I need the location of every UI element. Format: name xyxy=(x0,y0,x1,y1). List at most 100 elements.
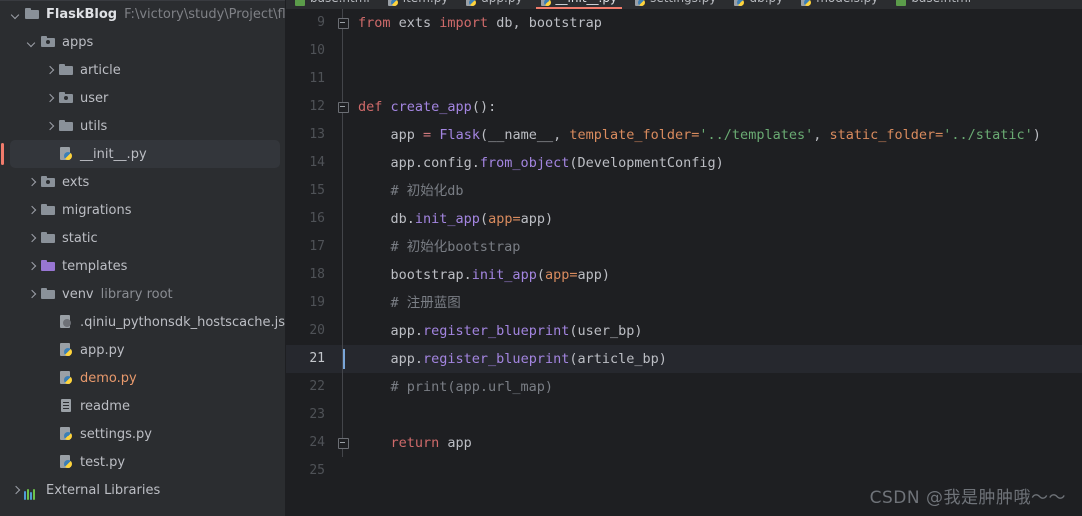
code-line[interactable]: 9 from exts import db, bootstrap xyxy=(286,9,1082,37)
tree-item-article[interactable]: article xyxy=(0,56,286,84)
code-line[interactable]: 23 xyxy=(286,401,1082,429)
fold-gutter[interactable] xyxy=(336,261,350,289)
fold-gutter[interactable] xyxy=(336,289,350,317)
editor-tab-db-py[interactable]: db.py xyxy=(725,0,792,9)
editor-tab-bar[interactable]: base.html item.py app.py __init__.py setting… xyxy=(286,0,1082,9)
code-line[interactable]: 11 xyxy=(286,65,1082,93)
fold-collapse-icon[interactable] xyxy=(338,102,349,113)
code-line[interactable]: 22 # print(app.url_map) xyxy=(286,373,1082,401)
code-line[interactable]: 19 # 注册蓝图 xyxy=(286,289,1082,317)
chevron-right-icon[interactable] xyxy=(26,177,37,188)
line-number[interactable]: 17 xyxy=(286,233,336,261)
code-line[interactable]: 12 def create_app(): xyxy=(286,93,1082,121)
tree-item-settings-py[interactable]: settings.py xyxy=(0,420,286,448)
code-area[interactable]: 9 from exts import db, bootstrap 10 11 12 def… xyxy=(286,9,1082,485)
tree-item-apps[interactable]: apps xyxy=(0,28,286,56)
fold-guide-line xyxy=(342,177,343,205)
fold-gutter[interactable] xyxy=(336,177,350,205)
editor-tab-label: models.py xyxy=(816,0,878,4)
chevron-down-icon[interactable] xyxy=(10,9,21,20)
tree-item-venv[interactable]: venv library root xyxy=(0,280,286,308)
line-number[interactable]: 13 xyxy=(286,121,336,149)
line-number[interactable]: 25 xyxy=(286,457,336,485)
editor-tab-app-py[interactable]: app.py xyxy=(457,0,531,9)
line-number[interactable]: 16 xyxy=(286,205,336,233)
tree-item-exts[interactable]: exts xyxy=(0,168,286,196)
code-line[interactable]: 15 # 初始化db xyxy=(286,177,1082,205)
project-sidebar[interactable]: FlaskBlog F:\victory\study\Project\flask\… xyxy=(0,0,286,516)
tree-item-demo-py[interactable]: demo.py xyxy=(0,364,286,392)
code-token: app. xyxy=(358,351,424,367)
line-number[interactable]: 19 xyxy=(286,289,336,317)
fold-end-icon[interactable] xyxy=(338,438,349,449)
fold-gutter[interactable] xyxy=(336,93,350,121)
tree-item-user[interactable]: user xyxy=(0,84,286,112)
line-number[interactable]: 24 xyxy=(286,429,336,457)
fold-gutter[interactable] xyxy=(336,233,350,261)
tree-item-migrations[interactable]: migrations xyxy=(0,196,286,224)
code-line[interactable]: 13 app = Flask(__name__, template_folder… xyxy=(286,121,1082,149)
tree-item-static[interactable]: static xyxy=(0,224,286,252)
line-number[interactable]: 23 xyxy=(286,401,336,429)
chevron-right-icon[interactable] xyxy=(26,261,37,272)
fold-gutter[interactable] xyxy=(336,373,350,401)
line-number[interactable]: 12 xyxy=(286,93,336,121)
fold-gutter[interactable] xyxy=(336,401,350,429)
editor-tab-settings-py[interactable]: settings.py xyxy=(626,0,725,9)
code-line[interactable]: 20 app.register_blueprint(user_bp) xyxy=(286,317,1082,345)
editor-tab-label: __init__.py xyxy=(556,0,618,4)
editor-tab-models-py[interactable]: models.py xyxy=(792,0,887,9)
tree-item-templates[interactable]: templates xyxy=(0,252,286,280)
chevron-down-icon[interactable] xyxy=(26,37,37,48)
tree-item-app-py[interactable]: app.py xyxy=(0,336,286,364)
chevron-right-icon[interactable] xyxy=(44,121,55,132)
editor-tab-base-html[interactable]: base.html xyxy=(286,0,379,9)
code-line[interactable]: 24 return app xyxy=(286,429,1082,457)
tree-item-flaskblog[interactable]: FlaskBlog F:\victory\study\Project\flask\… xyxy=(0,0,286,28)
line-number[interactable]: 9 xyxy=(286,9,336,37)
code-viewport[interactable]: 9 from exts import db, bootstrap 10 11 12 def… xyxy=(286,9,1082,516)
tree-item-qiniu-pythonsdk-hostscache-json[interactable]: .qiniu_pythonsdk_hostscache.json xyxy=(0,308,286,336)
chevron-right-icon[interactable] xyxy=(44,93,55,104)
code-line[interactable]: 25 xyxy=(286,457,1082,485)
code-line-current[interactable]: 21 app.register_blueprint(article_bp) xyxy=(286,345,1082,373)
code-line[interactable]: 17 # 初始化bootstrap xyxy=(286,233,1082,261)
code-line[interactable]: 18 bootstrap.init_app(app=app) xyxy=(286,261,1082,289)
line-number[interactable]: 11 xyxy=(286,65,336,93)
line-number[interactable]: 20 xyxy=(286,317,336,345)
fold-gutter[interactable] xyxy=(336,429,350,457)
chevron-right-icon[interactable] xyxy=(26,289,37,300)
chevron-right-icon[interactable] xyxy=(26,205,37,216)
code-line[interactable]: 14 app.config.from_object(DevelopmentCon… xyxy=(286,149,1082,177)
tree-item-init-py[interactable]: __init__.py xyxy=(1,140,280,168)
project-tree[interactable]: FlaskBlog F:\victory\study\Project\flask\… xyxy=(0,0,286,504)
chevron-right-icon[interactable] xyxy=(10,485,21,496)
tree-item-readme[interactable]: readme xyxy=(0,392,286,420)
tree-item-external-libraries[interactable]: External Libraries xyxy=(0,476,286,504)
tree-item-test-py[interactable]: test.py xyxy=(0,448,286,476)
line-number[interactable]: 21 xyxy=(286,345,336,373)
editor-tab-init-py[interactable]: __init__.py xyxy=(532,0,627,9)
code-line[interactable]: 10 xyxy=(286,37,1082,65)
line-number[interactable]: 22 xyxy=(286,373,336,401)
fold-gutter[interactable] xyxy=(336,205,350,233)
chevron-right-icon[interactable] xyxy=(44,65,55,76)
fold-gutter[interactable] xyxy=(336,121,350,149)
fold-gutter[interactable] xyxy=(336,149,350,177)
tree-item-utils[interactable]: utils xyxy=(0,112,286,140)
code-token: '../static' xyxy=(943,127,1033,143)
fold-gutter[interactable] xyxy=(336,317,350,345)
line-number[interactable]: 10 xyxy=(286,37,336,65)
fold-gutter[interactable] xyxy=(336,65,350,93)
code-line[interactable]: 16 db.init_app(app=app) xyxy=(286,205,1082,233)
fold-gutter[interactable] xyxy=(336,457,350,485)
line-number[interactable]: 18 xyxy=(286,261,336,289)
editor-tab-base-html[interactable]: base.html xyxy=(887,0,980,9)
fold-collapse-icon[interactable] xyxy=(338,18,349,29)
chevron-right-icon[interactable] xyxy=(26,233,37,244)
line-number[interactable]: 15 xyxy=(286,177,336,205)
editor-tab-item-py[interactable]: item.py xyxy=(379,0,458,9)
line-number[interactable]: 14 xyxy=(286,149,336,177)
fold-gutter[interactable] xyxy=(336,9,350,37)
fold-gutter[interactable] xyxy=(336,37,350,65)
